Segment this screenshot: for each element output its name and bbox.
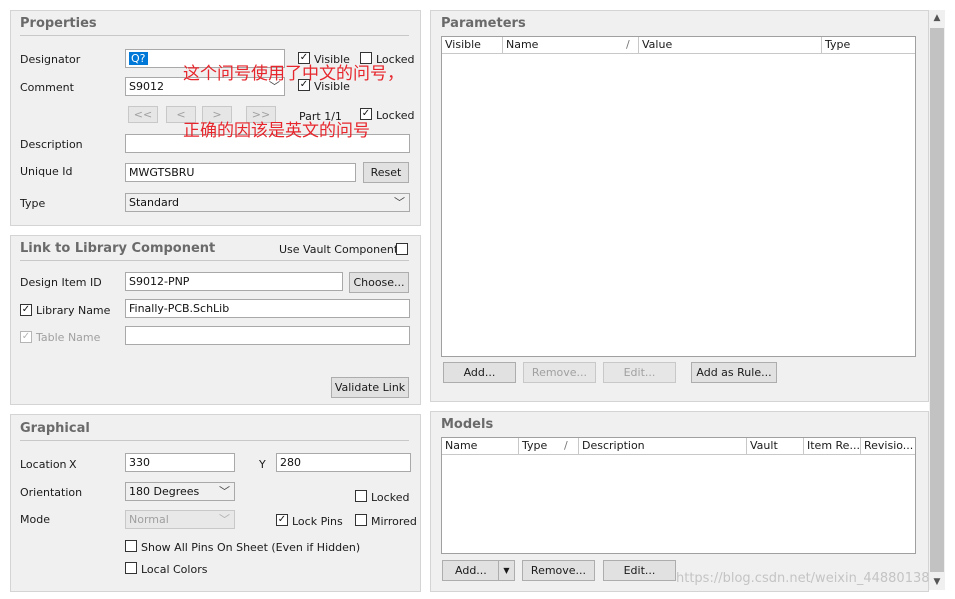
library-name-checkbox[interactable]: ✓ bbox=[20, 304, 32, 316]
column-header-item-revision[interactable]: Item Re... bbox=[804, 438, 861, 454]
models-grid[interactable]: Name Type / Description Vault Item Re...… bbox=[441, 437, 916, 554]
type-dropdown[interactable]: Standard ﹀ bbox=[125, 193, 410, 212]
type-label: Type bbox=[20, 197, 46, 210]
annotation-line-1: 这个问号使用了中文的问号， bbox=[183, 64, 404, 84]
mode-label: Mode bbox=[20, 513, 50, 526]
parameters-title: Parameters bbox=[441, 16, 526, 31]
location-x-label: X bbox=[69, 458, 77, 471]
location-label: Location bbox=[20, 458, 67, 471]
parameters-grid-header: Visible Name / Value Type bbox=[442, 37, 915, 54]
graphical-separator bbox=[20, 440, 409, 441]
link-library-separator bbox=[20, 260, 409, 261]
location-x-input[interactable]: 330 bbox=[125, 453, 235, 472]
scroll-down-icon[interactable]: ▼ bbox=[929, 574, 945, 590]
orientation-dropdown[interactable]: 180 Degrees ﹀ bbox=[125, 482, 235, 501]
add-as-rule-button[interactable]: Add as Rule... bbox=[691, 362, 777, 383]
annotation-line-2: 正确的因该是英文的问号 bbox=[183, 121, 370, 141]
part-first-button[interactable]: << bbox=[128, 106, 158, 123]
dropdown-arrow-icon: ▼ bbox=[498, 561, 514, 580]
mirrored-checkbox[interactable] bbox=[355, 514, 367, 526]
location-y-input[interactable]: 280 bbox=[276, 453, 411, 472]
sort-indicator-icon: / bbox=[623, 37, 639, 53]
type-value: Standard bbox=[129, 196, 180, 209]
scrollbar-thumb[interactable] bbox=[930, 28, 944, 572]
column-header-type[interactable]: Type bbox=[822, 37, 915, 53]
unique-id-label: Unique Id bbox=[20, 165, 73, 178]
link-library-title: Link to Library Component bbox=[20, 241, 216, 256]
local-colors-checkbox[interactable] bbox=[125, 562, 137, 574]
graphical-locked-checkbox[interactable] bbox=[355, 490, 367, 502]
mode-dropdown[interactable]: Normal ﹀ bbox=[125, 510, 235, 529]
table-name-label: Table Name bbox=[36, 331, 101, 344]
chevron-down-icon: ﹀ bbox=[219, 485, 230, 498]
parameters-add-button[interactable]: Add... bbox=[443, 362, 516, 383]
show-all-pins-checkbox[interactable] bbox=[125, 540, 137, 552]
models-edit-button[interactable]: Edit... bbox=[603, 560, 676, 581]
design-item-input[interactable]: S9012-PNP bbox=[125, 272, 343, 291]
models-remove-button[interactable]: Remove... bbox=[522, 560, 595, 581]
column-header-name[interactable]: Name bbox=[503, 37, 623, 53]
column-header-revision[interactable]: Revisio... bbox=[861, 438, 915, 454]
chevron-down-icon: ﹀ bbox=[219, 513, 230, 526]
watermark: https://blog.csdn.net/weixin_44880138 bbox=[676, 571, 930, 586]
parameters-edit-button[interactable]: Edit... bbox=[603, 362, 676, 383]
comment-label: Comment bbox=[20, 81, 74, 94]
show-all-pins-label: Show All Pins On Sheet (Even if Hidden) bbox=[141, 541, 361, 554]
library-name-input[interactable]: Finally-PCB.SchLib bbox=[125, 299, 410, 318]
sort-indicator-icon: / bbox=[561, 438, 579, 454]
models-add-button[interactable]: Add... ▼ bbox=[442, 560, 515, 581]
lock-pins-checkbox[interactable]: ✓ bbox=[276, 514, 288, 526]
models-title: Models bbox=[441, 417, 494, 432]
description-label: Description bbox=[20, 138, 83, 151]
local-colors-label: Local Colors bbox=[141, 563, 208, 576]
mode-value: Normal bbox=[129, 513, 169, 526]
designator-label: Designator bbox=[20, 53, 81, 66]
models-add-label: Add... bbox=[455, 564, 487, 577]
mirrored-label: Mirrored bbox=[371, 515, 417, 528]
properties-separator bbox=[20, 35, 409, 36]
validate-link-button[interactable]: Validate Link bbox=[331, 377, 409, 398]
comment-value: S9012 bbox=[129, 80, 164, 93]
column-header-visible[interactable]: Visible bbox=[442, 37, 503, 53]
column-header-type[interactable]: Type bbox=[519, 438, 561, 454]
column-header-vault[interactable]: Vault bbox=[747, 438, 804, 454]
column-header-name[interactable]: Name bbox=[442, 438, 519, 454]
orientation-label: Orientation bbox=[20, 486, 83, 499]
unique-id-input[interactable]: MWGTSBRU bbox=[125, 163, 356, 182]
column-header-description[interactable]: Description bbox=[579, 438, 747, 454]
part-locked-label: Locked bbox=[376, 109, 415, 122]
graphical-locked-label: Locked bbox=[371, 491, 410, 504]
column-header-value[interactable]: Value bbox=[639, 37, 822, 53]
models-grid-header: Name Type / Description Vault Item Re...… bbox=[442, 438, 915, 455]
choose-button[interactable]: Choose... bbox=[349, 272, 409, 293]
vertical-scrollbar[interactable]: ▲ ▼ bbox=[929, 10, 945, 590]
parameters-remove-button[interactable]: Remove... bbox=[523, 362, 596, 383]
lock-pins-label: Lock Pins bbox=[292, 515, 343, 528]
table-name-input[interactable] bbox=[125, 326, 410, 345]
orientation-value: 180 Degrees bbox=[129, 485, 200, 498]
table-name-checkbox[interactable]: ✓ bbox=[20, 331, 32, 343]
design-item-label: Design Item ID bbox=[20, 276, 102, 289]
designator-value: Q? bbox=[129, 52, 148, 65]
location-y-label: Y bbox=[259, 458, 266, 471]
chevron-down-icon: ﹀ bbox=[394, 196, 405, 209]
library-name-label: Library Name bbox=[36, 304, 111, 317]
use-vault-checkbox[interactable] bbox=[396, 243, 408, 255]
reset-button[interactable]: Reset bbox=[363, 162, 409, 183]
graphical-title: Graphical bbox=[20, 421, 90, 436]
properties-title: Properties bbox=[20, 16, 97, 31]
use-vault-label: Use Vault Component bbox=[279, 243, 399, 256]
parameters-grid[interactable]: Visible Name / Value Type bbox=[441, 36, 916, 357]
scroll-up-icon[interactable]: ▲ bbox=[929, 10, 945, 26]
